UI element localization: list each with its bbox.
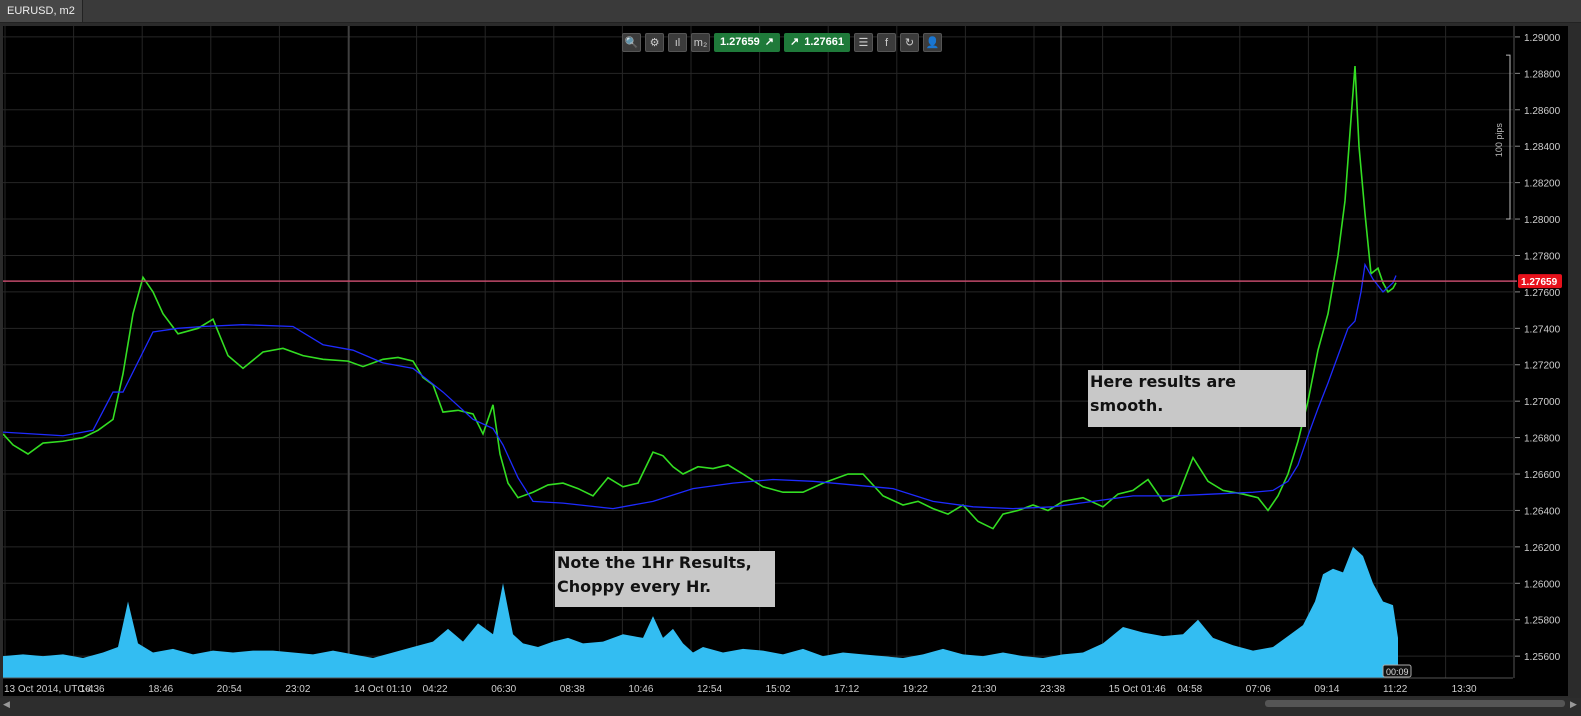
price-chart: 1.29000 1.28800 1.28600 1.28400 1.28200 1.280…: [3, 26, 1562, 695]
price-axis: 1.29000 1.28800 1.28600 1.28400 1.28200 1.280…: [1513, 26, 1561, 678]
price-series: [3, 66, 1397, 530]
countdown-label: 00:09: [1386, 667, 1409, 677]
x-tick-label: 11:22: [1383, 684, 1408, 695]
zoom-icon[interactable]: 🔍: [622, 32, 641, 52]
annotation-smooth: Here results are smooth.: [1088, 370, 1306, 427]
x-tick-label: 20:54: [217, 684, 242, 695]
scroll-left-icon[interactable]: ◀: [3, 698, 10, 710]
x-tick-label: 21:30: [971, 684, 996, 695]
tab-bar: EURUSD, m2: [0, 0, 1581, 23]
x-tick-label: 19:22: [903, 684, 928, 695]
price-line: [3, 66, 1397, 530]
chart-area[interactable]: 1.29000 1.28800 1.28600 1.28400 1.28200 1.280…: [3, 26, 1568, 696]
arrow-up-right-icon: ↗: [789, 35, 800, 48]
pips-label: 100 pips: [1494, 123, 1504, 158]
x-tick-label: 15 Oct 01:46: [1109, 684, 1167, 695]
x-tick-label: 15:02: [766, 684, 791, 695]
y-tick-label: 1.27200: [1524, 361, 1561, 372]
chart-tab[interactable]: EURUSD, m2: [0, 0, 83, 22]
x-tick-label: 16:36: [80, 684, 105, 695]
current-price-label: 1.27659: [1521, 277, 1558, 288]
y-tick-label: 1.27400: [1524, 324, 1561, 335]
x-tick-label: 12:54: [697, 684, 722, 695]
chart-toolbar: 🔍 ⚙ ıl m₂ 1.27659 ↗ ↗ 1.27661 ☰ f ↻ 👤: [622, 32, 942, 52]
facebook-icon[interactable]: f: [876, 32, 896, 52]
y-tick-label: 1.25800: [1524, 616, 1561, 627]
annotation-text-line2: Choppy every Hr.: [557, 577, 712, 596]
ask-price: 1.27661: [804, 35, 844, 48]
x-tick-label: 04:22: [423, 684, 448, 695]
annotation-hourly: Note the 1Hr Results, Choppy every Hr.: [555, 551, 775, 607]
y-tick-label: 1.27800: [1524, 251, 1561, 262]
x-tick-label: 23:38: [1040, 684, 1065, 695]
y-tick-label: 1.28000: [1524, 215, 1561, 226]
annotation-text: Here results are smooth.: [1090, 372, 1236, 415]
y-tick-label: 1.26200: [1524, 543, 1561, 554]
y-tick-label: 1.28600: [1524, 106, 1561, 117]
x-tick-label: 23:02: [285, 684, 310, 695]
candles-icon[interactable]: ıl: [668, 32, 687, 52]
time-axis: 13 Oct 2014, UTC-416:36 18:46 20:54 23:02 14…: [3, 677, 1513, 695]
timeframe-icon[interactable]: m₂: [691, 32, 710, 52]
y-tick-label: 1.26000: [1524, 579, 1561, 590]
y-tick-label: 1.26800: [1524, 434, 1561, 445]
x-tick-label: 13:30: [1452, 684, 1477, 695]
scroll-right-icon[interactable]: ▶: [1570, 698, 1577, 710]
pips-bracket: [1506, 54, 1511, 220]
y-tick-label: 1.29000: [1524, 33, 1561, 44]
bid-price: 1.27659: [720, 35, 760, 48]
y-tick-label: 1.28800: [1524, 69, 1561, 80]
y-tick-label: 1.25600: [1524, 652, 1561, 663]
x-tick-label: 08:38: [560, 684, 585, 695]
y-tick-label: 1.28400: [1524, 142, 1561, 153]
x-tick-label: 10:46: [628, 684, 653, 695]
x-tick-label: 09:14: [1314, 684, 1339, 695]
bid-button[interactable]: 1.27659 ↗: [714, 32, 780, 52]
x-tick-label: 18:46: [148, 684, 173, 695]
ask-button[interactable]: ↗ 1.27661: [783, 32, 850, 52]
chart-settings-icon[interactable]: ⚙: [645, 32, 664, 52]
x-tick-label: 17:12: [834, 684, 859, 695]
y-tick-label: 1.27000: [1524, 397, 1561, 408]
x-tick-label: 06:30: [491, 684, 516, 695]
y-tick-label: 1.28200: [1524, 179, 1561, 190]
y-tick-label: 1.27600: [1524, 288, 1561, 299]
x-tick-label: 14 Oct 01:10: [354, 684, 412, 695]
y-tick-label: 1.26400: [1524, 506, 1561, 517]
x-tick-label: 07:06: [1246, 684, 1271, 695]
list-icon[interactable]: ☰: [853, 32, 873, 52]
y-tick-label: 1.26600: [1524, 470, 1561, 481]
user-icon[interactable]: 👤: [922, 32, 942, 52]
horizontal-scrollbar[interactable]: ◀ ▶: [0, 698, 1581, 710]
annotation-text-line1: Note the 1Hr Results,: [557, 553, 752, 572]
scrollbar-thumb[interactable]: [1265, 700, 1565, 707]
share-icon[interactable]: ↻: [899, 32, 919, 52]
x-tick-label: 04:58: [1177, 684, 1202, 695]
arrow-up-right-icon: ↗: [764, 35, 774, 48]
